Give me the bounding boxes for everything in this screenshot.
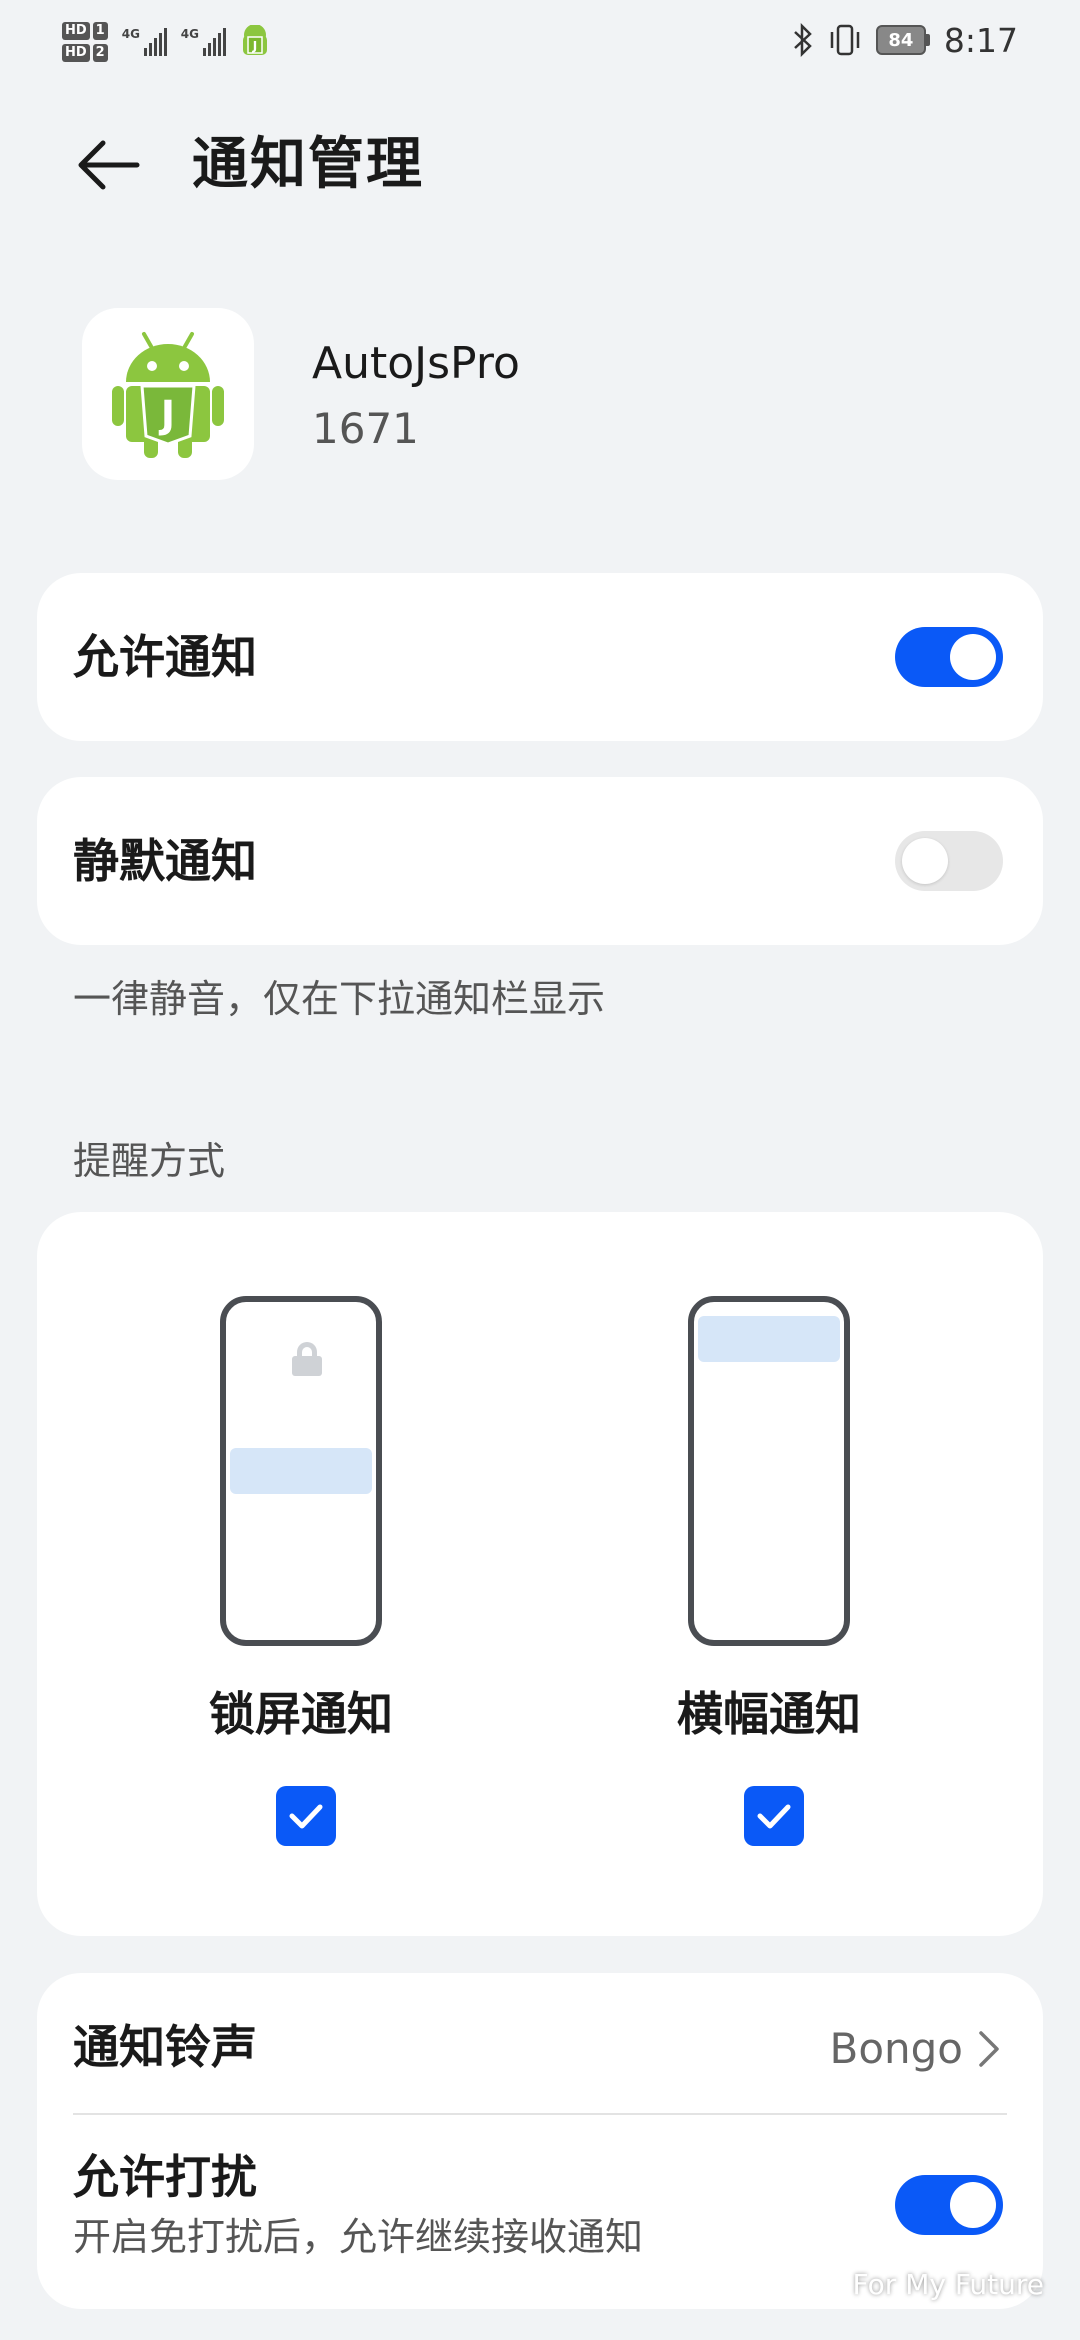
svg-text:J: J (158, 393, 175, 437)
silent-notifications-card[interactable]: 静默通知 (37, 777, 1043, 945)
ringtone-row[interactable]: 通知铃声 Bongo (37, 1973, 1043, 2113)
sim-indicators: HD 1 HD 2 (62, 22, 108, 62)
hd-badge-2: HD (62, 44, 90, 62)
battery-level: 84 (875, 25, 926, 55)
wechat-icon (805, 2270, 844, 2298)
dnd-label: 允许打扰 (73, 2150, 257, 2204)
notification-bar (230, 1448, 372, 1494)
header: 通知管理 (0, 115, 1080, 215)
lock-icon (292, 1342, 322, 1376)
silent-notifications-label: 静默通知 (73, 834, 257, 888)
check-icon (757, 1804, 791, 1829)
app-version: 1671 (312, 404, 419, 453)
clock: 8:17 (943, 20, 1018, 60)
ringtone-value: Bongo (829, 2024, 964, 2073)
reminder-section-title: 提醒方式 (73, 1139, 226, 1183)
sim-1-number: 1 (92, 22, 108, 40)
silent-notifications-hint: 一律静音，仅在下拉通知栏显示 (73, 977, 606, 1021)
app-icon: J (82, 308, 254, 480)
silent-notifications-toggle[interactable] (895, 831, 1003, 891)
divider (73, 2113, 1007, 2115)
svg-text:J: J (251, 39, 256, 53)
allow-notifications-toggle[interactable] (895, 627, 1003, 687)
status-bar: HD 1 HD 2 4G 4G J 84 8:17 (0, 0, 1080, 80)
chevron-right-icon (979, 2031, 999, 2067)
ringtone-dnd-card: 通知铃声 Bongo 允许打扰 开启免打扰后，允许继续接收通知 (37, 1973, 1043, 2309)
lock-screen-illustration (220, 1296, 382, 1646)
bluetooth-icon (794, 22, 812, 58)
page-title: 通知管理 (192, 132, 424, 197)
allow-notifications-label: 允许通知 (73, 630, 257, 684)
lock-screen-label: 锁屏通知 (209, 1687, 393, 1741)
dnd-toggle[interactable] (895, 2175, 1003, 2235)
watermark-text: For My Future (852, 2268, 1044, 2301)
check-icon (289, 1804, 323, 1829)
sim-2-number: 2 (92, 44, 108, 62)
banner-label: 横幅通知 (677, 1687, 861, 1741)
ringtone-label: 通知铃声 (73, 2020, 257, 2074)
network-type-2: 4G (180, 27, 199, 41)
lock-screen-checkbox[interactable] (276, 1786, 336, 1846)
app-name: AutoJsPro (312, 338, 520, 389)
watermark: For My Future (805, 2268, 1044, 2301)
hd-badge-1: HD (62, 22, 90, 40)
allow-notifications-card[interactable]: 允许通知 (37, 573, 1043, 741)
network-type-1: 4G (121, 27, 140, 41)
signal-icon-2: 4G (181, 28, 226, 56)
banner-checkbox[interactable] (744, 1786, 804, 1846)
signal-icon-1: 4G (122, 28, 167, 56)
reminder-card: 锁屏通知 横幅通知 (37, 1212, 1043, 1936)
banner-illustration (688, 1296, 850, 1646)
battery-icon: 84 (875, 25, 930, 55)
vibrate-icon (830, 24, 860, 56)
app-notification-icon: J (242, 25, 267, 55)
arrow-left-icon[interactable] (75, 139, 141, 191)
android-js-icon: J (112, 332, 224, 458)
banner-bar (698, 1316, 840, 1362)
dnd-description: 开启免打扰后，允许继续接收通知 (73, 2215, 644, 2259)
